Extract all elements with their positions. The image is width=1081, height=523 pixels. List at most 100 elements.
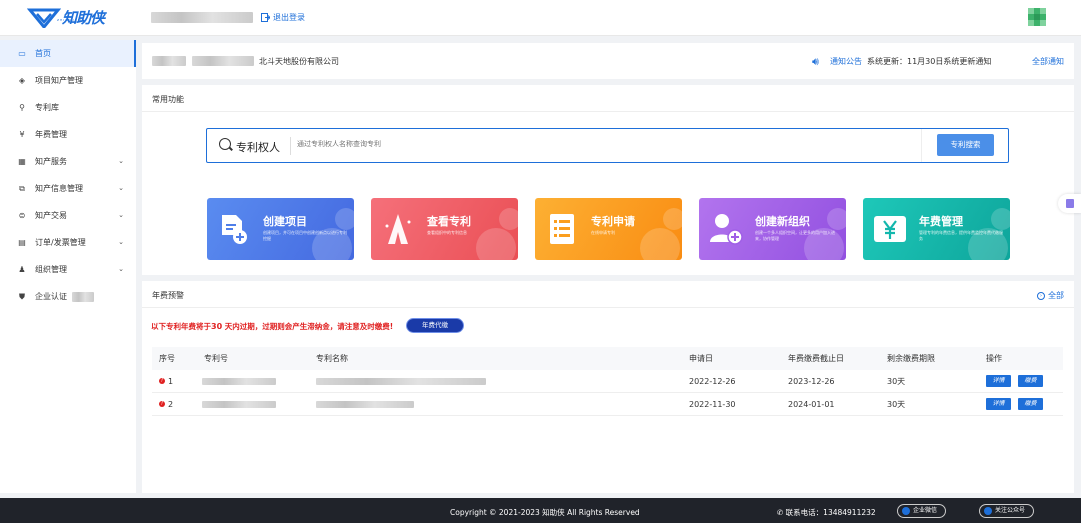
logo-subtext: ZHIZHUXIA (57, 18, 83, 22)
search-type-select[interactable]: 专利权人 (236, 139, 280, 155)
fee-agent-button[interactable]: 年费代缴 (407, 319, 463, 332)
notice-text[interactable]: 系统更新：11月30日系统更新通知 (867, 56, 991, 67)
annual-fee-warning-panel: 年费预警 › 全部 以下专利年费将于30 天内过期，过期则会产生滞纳金，请注意及… (142, 281, 1074, 493)
detail-button[interactable]: 详情 (986, 398, 1011, 410)
all-notices-link[interactable]: 全部通知 (1032, 56, 1064, 67)
create-project-card[interactable]: 创建项目 创建项目，并可在项目中创建创新点以进行专利挖掘 (207, 198, 354, 260)
blurred-company-prefix (192, 56, 254, 66)
sidebar-item-ip-trade[interactable]: ⊜ 知产交易 ⌄ (0, 202, 136, 229)
sidebar-item-project-ip[interactable]: ◈ 项目知产管理 (0, 67, 136, 94)
create-organization-card[interactable]: 创建新组织 创建一个多人组织空间，让更多的用户加入进来，协作管理 (699, 198, 846, 260)
home-icon: ▭ (18, 49, 26, 58)
wechat-work-button[interactable]: 企业微信 (897, 504, 947, 518)
chevron-down-icon: ⌄ (118, 184, 124, 192)
view-all-label: 全部 (1048, 291, 1064, 300)
clipboard-icon: ▤ (18, 238, 26, 247)
blurred-patent-name[interactable] (316, 401, 414, 408)
column-header: 剩余缴费期限 (887, 354, 935, 363)
notice-label[interactable]: 通知公告 (830, 56, 862, 67)
floating-service-tab[interactable] (1058, 194, 1081, 213)
sidebar-item-label: 企业认证 (35, 292, 67, 301)
logout-link[interactable]: 退出登录 (261, 12, 305, 23)
detail-button[interactable]: 详情 (986, 375, 1011, 387)
card-description: 创建一个多人组织空间，让更多的用户加入进来，协作管理 (755, 230, 835, 241)
document-add-icon (217, 211, 251, 247)
view-patents-card[interactable]: 查看专利 查看组织中的专利信息 (371, 198, 518, 260)
alert-icon: ! (159, 401, 165, 407)
yen-icon: ¥ (19, 130, 25, 139)
contact-phone: ✆ 联系电话：13484911232 (777, 508, 876, 517)
sidebar-item-orders[interactable]: ▤ 订单/发票管理 ⌄ (0, 229, 136, 256)
card-title: 专利申请 (591, 215, 635, 228)
sidebar-item-ip-service[interactable]: ▦ 知产服务 ⌄ (0, 148, 136, 175)
chevron-down-icon: ⌄ (118, 238, 124, 246)
top-bar: 知助侠 ZHIZHUXIA 退出登录 (0, 0, 1081, 36)
sidebar-item-home[interactable]: ▭ 首页 (0, 40, 136, 67)
card-title: 创建项目 (263, 215, 307, 228)
divider (290, 137, 291, 155)
patent-search-box: 专利权人 专利搜索 (206, 128, 1009, 163)
row-number: ! 2 (159, 399, 174, 409)
sidebar-item-ip-info[interactable]: ⧉ 知产信息管理 ⌄ (0, 175, 136, 202)
search-icon (219, 138, 231, 150)
sidebar-item-label: 首页 (35, 49, 51, 58)
card-title: 创建新组织 (755, 215, 810, 228)
card-title: 查看专利 (427, 215, 471, 228)
sidebar-item-label: 专利库 (35, 103, 59, 112)
card-title: 年费管理 (919, 215, 963, 228)
pay-button[interactable]: 缴费 (1018, 398, 1043, 410)
row-actions: 详情 缴费 (986, 375, 1050, 387)
trade-icon: ⊜ (18, 211, 26, 220)
table-row: ! 1 2022-12-26 2023-12-26 30天 详情 缴费 (152, 370, 1063, 393)
table-header: 序号 专利号 专利名称 申请日 年费缴费截止日 剩余缴费期限 操作 (152, 347, 1063, 370)
sidebar-item-label: 项目知产管理 (35, 76, 83, 85)
divider (921, 129, 922, 162)
fee-deadline: 2024-01-01 (788, 399, 835, 409)
common-functions-panel: 常用功能 专利权人 专利搜索 创建项目 创建项目，并可在项目中创建创新点以进行专… (142, 85, 1074, 275)
sidebar-item-patent-library[interactable]: ⚲ 专利库 (0, 94, 136, 121)
copyright: Copyright © 2021-2023 知助侠 All Rights Res… (450, 508, 640, 517)
column-header: 操作 (986, 354, 1002, 363)
blurred-company-prefix (152, 56, 186, 66)
patent-icon: ⚲ (19, 103, 25, 112)
chevron-right-icon: › (1037, 291, 1045, 300)
fee-warning-text: 以下专利年费将于30 天内过期，过期则会产生滞纳金，请注意及时缴费! (151, 322, 394, 331)
patent-search-button[interactable]: 专利搜索 (937, 134, 994, 156)
alert-icon: ! (159, 378, 165, 384)
column-header: 年费缴费截止日 (788, 354, 844, 363)
speaker-icon: 🔊︎ (812, 55, 819, 68)
view-all-link[interactable]: › 全部 (1037, 290, 1064, 301)
apply-date: 2022-12-26 (689, 376, 736, 386)
grid-icon: ▦ (18, 157, 26, 166)
logout-label: 退出登录 (273, 13, 305, 22)
fee-deadline: 2023-12-26 (788, 376, 835, 386)
blurred-patent-name[interactable] (316, 378, 486, 385)
patent-application-card[interactable]: 专利申请 在线申请专利 (535, 198, 682, 260)
wechat-icon (902, 507, 910, 515)
sidebar-item-annual-fee[interactable]: ¥ 年费管理 (0, 121, 136, 148)
avatar[interactable] (1028, 8, 1046, 26)
sidebar-item-label: 知产服务 (35, 157, 67, 166)
search-input[interactable] (297, 140, 897, 148)
table-row: ! 2 2022-11-30 2024-01-01 30天 详情 缴费 (152, 393, 1063, 416)
apply-date: 2022-11-30 (689, 399, 736, 409)
company-bar: 北斗天地股份有限公司 🔊︎ 通知公告 系统更新：11月30日系统更新通知 全部通… (142, 43, 1074, 79)
annual-fee-card[interactable]: 年费管理 管理专利的年费信息，提供年费监控年费代缴服务 (863, 198, 1010, 260)
sidebar-item-enterprise-cert[interactable]: ⛊ 企业认证 (0, 283, 136, 310)
phone-icon: ✆ (777, 508, 786, 517)
shield-icon: ⛊ (19, 291, 25, 301)
copy-icon: ⧉ (19, 183, 25, 193)
user-add-icon (709, 211, 743, 247)
column-header: 专利名称 (316, 354, 348, 363)
chat-icon (1066, 199, 1074, 208)
pay-button[interactable]: 缴费 (1018, 375, 1043, 387)
divider (142, 111, 1074, 112)
card-description: 在线申请专利 (591, 230, 615, 235)
quick-action-cards: 创建项目 创建项目，并可在项目中创建创新点以进行专利挖掘 查看专利 查看组织中的… (207, 198, 1012, 260)
sidebar-item-label: 知产信息管理 (35, 184, 83, 193)
card-description: 查看组织中的专利信息 (427, 230, 467, 235)
card-description: 创建项目，并可在项目中创建创新点以进行专利挖掘 (263, 230, 347, 241)
list-icon (545, 211, 579, 247)
follow-official-account-button[interactable]: 关注公众号 (979, 504, 1035, 518)
sidebar-item-organization[interactable]: ♟ 组织管理 ⌄ (0, 256, 136, 283)
